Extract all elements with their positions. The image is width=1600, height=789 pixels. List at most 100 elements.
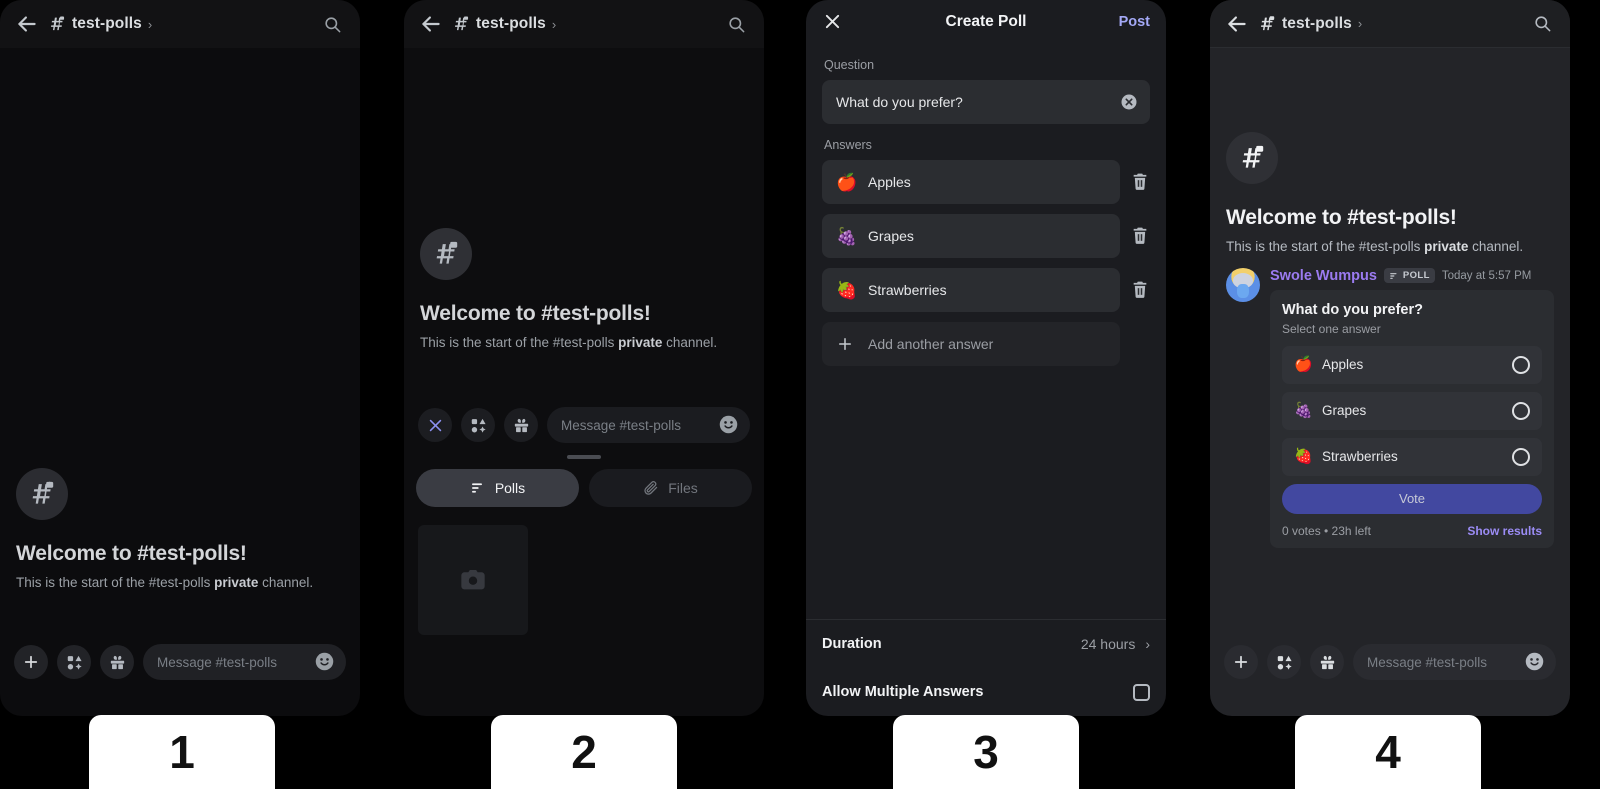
panel-3-create-poll-modal: Create Poll Post Question What do you pr… — [806, 0, 1166, 716]
tab-polls-label: Polls — [494, 480, 526, 496]
poll-option-1-radio[interactable] — [1512, 355, 1530, 374]
welcome-block: Welcome to #test-polls! This is the star… — [0, 468, 360, 592]
avatar[interactable] — [1226, 267, 1260, 302]
chevron-right-icon[interactable]: › — [148, 18, 152, 31]
clear-circle-icon[interactable] — [1120, 93, 1138, 111]
answer-text-2: Grapes — [868, 228, 914, 244]
panel-number-label: 2 — [491, 715, 677, 789]
vote-button[interactable]: Vote — [1282, 483, 1542, 514]
post-button[interactable]: Post — [1119, 14, 1150, 30]
apple-emoji-icon: 🍎 — [836, 172, 858, 192]
arrow-left-icon[interactable] — [14, 11, 40, 37]
add-another-answer-label: Add another answer — [868, 336, 994, 352]
screenshot-stage: test-polls › Welcome to #test-polls! Thi… — [0, 0, 1600, 789]
answer-row: 🍎 Apples — [822, 160, 1150, 204]
chevron-right-icon[interactable]: › — [1358, 17, 1362, 30]
welcome-subtext-before: This is the start of the #test-polls — [16, 575, 215, 591]
duration-row[interactable]: Duration 24 hours › — [806, 620, 1166, 668]
answer-input-1[interactable]: 🍎 Apples — [822, 160, 1120, 204]
panel-4-poll-posted: test-polls › Welcome to #test-polls! Thi… — [1210, 0, 1570, 716]
search-input[interactable]: Message #test-polls — [143, 644, 346, 680]
answer-input-2[interactable]: 🍇 Grapes — [822, 214, 1120, 258]
emoji-icon[interactable] — [718, 414, 740, 436]
message-placeholder: Message #test-polls — [157, 654, 278, 670]
search-icon[interactable] — [722, 10, 750, 38]
show-results-link[interactable]: Show results — [1467, 524, 1542, 538]
trash-icon[interactable] — [1130, 171, 1150, 193]
drag-handle[interactable] — [567, 455, 601, 459]
apps-icon[interactable] — [1267, 645, 1301, 679]
welcome-subtext-bold: private — [214, 575, 259, 591]
gift-icon[interactable] — [1310, 645, 1344, 679]
allow-multiple-answers-row[interactable]: Allow Multiple Answers — [806, 668, 1166, 716]
search-icon[interactable] — [1528, 10, 1556, 38]
plus-icon[interactable] — [1224, 645, 1258, 679]
poll-card: What do you prefer? Select one answer 🍎 … — [1270, 289, 1554, 548]
welcome-block: Welcome to #test-polls! This is the star… — [404, 228, 764, 352]
welcome-subtext-after: channel. — [1468, 239, 1524, 254]
page-title: test-polls — [1282, 14, 1352, 32]
welcome-subtext: This is the start of the #test-polls pri… — [16, 574, 344, 592]
welcome-heading: Welcome to #test-polls! — [16, 542, 247, 566]
trash-icon[interactable] — [1130, 279, 1150, 301]
poll-option-2-label: Grapes — [1322, 403, 1367, 419]
apps-icon[interactable] — [461, 408, 495, 442]
welcome-heading: Welcome to #test-polls! — [420, 302, 651, 325]
camera-icon[interactable] — [418, 525, 528, 635]
tab-polls[interactable]: Polls — [416, 469, 579, 507]
channel-header: test-polls › — [1210, 0, 1570, 48]
poll-option-3-radio[interactable] — [1512, 447, 1530, 466]
poll-option-2-radio[interactable] — [1512, 401, 1530, 420]
panel-2-attachment-tray: test-polls › Welcome to #test-polls! Thi… — [404, 0, 764, 716]
answer-input-3[interactable]: 🍓 Strawberries — [822, 268, 1120, 312]
search-icon[interactable] — [318, 10, 346, 38]
answer-row: 🍇 Grapes — [822, 214, 1150, 258]
grapes-emoji-icon: 🍇 — [1294, 402, 1313, 420]
search-input[interactable]: Message #test-polls — [547, 407, 750, 443]
gift-icon[interactable] — [100, 645, 134, 679]
welcome-subtext-after: channel. — [258, 575, 314, 591]
grapes-emoji-icon: 🍇 — [836, 226, 858, 246]
page-title: test-polls — [476, 15, 546, 32]
welcome-subtext-after: channel. — [662, 335, 718, 350]
poll-icon — [470, 480, 486, 496]
close-icon[interactable] — [418, 408, 452, 442]
modal-header: Create Poll Post — [806, 0, 1166, 44]
search-input[interactable]: Message #test-polls — [1353, 644, 1556, 680]
emoji-icon[interactable] — [1524, 651, 1546, 673]
apps-icon[interactable] — [57, 645, 91, 679]
poll-icon — [1389, 271, 1399, 281]
message-author[interactable]: Swole Wumpus — [1270, 268, 1377, 284]
plus-icon — [836, 335, 856, 353]
message-content: Swole Wumpus POLL Today at 5:57 PM What … — [1270, 268, 1554, 548]
poll-option-3[interactable]: 🍓 Strawberries — [1282, 437, 1542, 476]
trash-icon[interactable] — [1130, 225, 1150, 247]
emoji-icon[interactable] — [314, 651, 336, 673]
arrow-left-icon[interactable] — [1224, 11, 1250, 37]
welcome-subtext-bold: private — [1424, 239, 1469, 254]
add-another-answer-button[interactable]: Add another answer — [822, 322, 1120, 366]
message-placeholder: Message #test-polls — [1367, 654, 1488, 670]
message-composer: Message #test-polls — [1210, 644, 1570, 680]
plus-icon[interactable] — [14, 645, 48, 679]
welcome-heading: Welcome to #test-polls! — [1226, 206, 1457, 229]
duration-label: Duration — [822, 636, 882, 652]
close-icon[interactable] — [822, 11, 844, 33]
hash-lock-icon — [1258, 15, 1276, 33]
channel-header: test-polls › — [0, 0, 360, 48]
paperclip-icon — [643, 480, 659, 496]
arrow-left-icon[interactable] — [418, 11, 444, 37]
poll-option-2[interactable]: 🍇 Grapes — [1282, 391, 1542, 430]
welcome-subtext-before: This is the start of the #test-polls — [420, 335, 619, 350]
gift-icon[interactable] — [504, 408, 538, 442]
modal-body: Question What do you prefer? Answers 🍎 A… — [806, 58, 1166, 366]
channel-avatar-hash-lock-icon — [16, 468, 68, 521]
question-input[interactable]: What do you prefer? — [822, 80, 1150, 124]
strawberry-emoji-icon: 🍓 — [836, 280, 858, 300]
welcome-block: Welcome to #test-polls! This is the star… — [1210, 132, 1570, 256]
chevron-right-icon[interactable]: › — [552, 18, 556, 31]
tab-files[interactable]: Files — [589, 469, 752, 507]
message-composer: Message #test-polls — [404, 407, 764, 443]
allow-multiple-answers-checkbox[interactable] — [1133, 683, 1150, 701]
poll-option-1[interactable]: 🍎 Apples — [1282, 345, 1542, 384]
